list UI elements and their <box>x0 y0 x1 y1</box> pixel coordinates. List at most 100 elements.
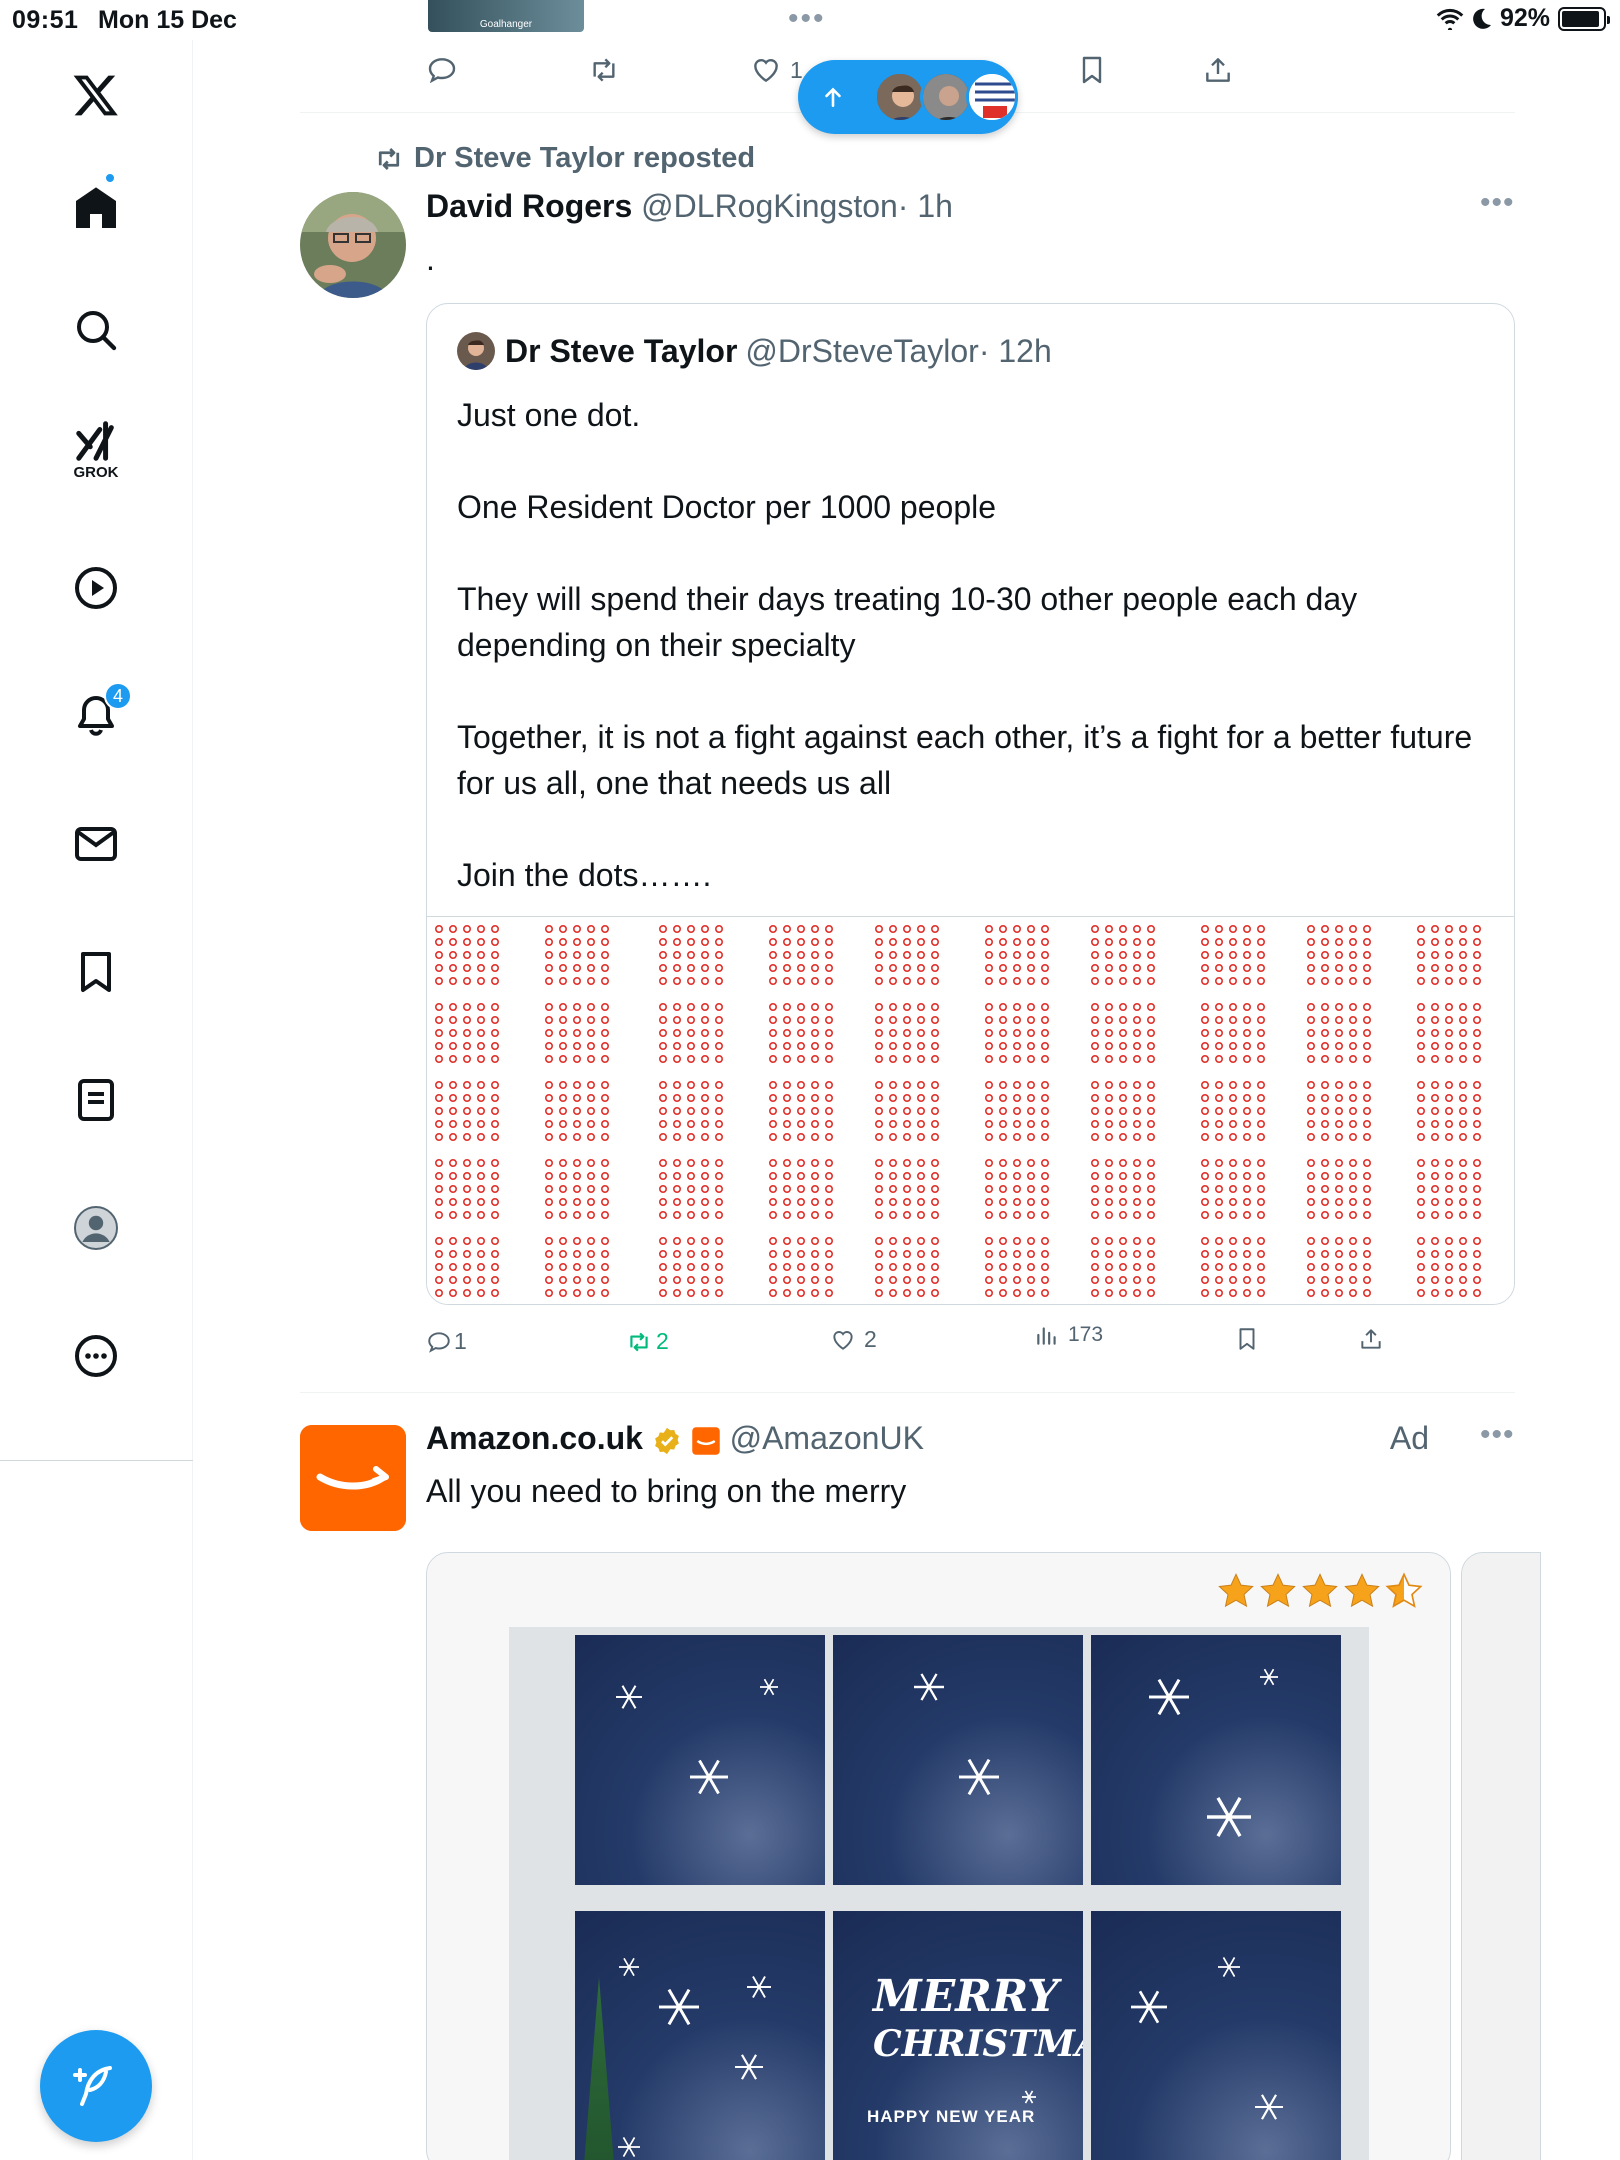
dot <box>874 950 883 959</box>
compose-button[interactable] <box>40 2030 152 2142</box>
dot <box>714 976 723 985</box>
share-icon <box>1361 1329 1381 1349</box>
author-handle[interactable]: @DLRogKingston <box>641 188 898 224</box>
dot <box>916 1016 925 1025</box>
dot <box>462 1197 471 1206</box>
ad-author-name[interactable]: Amazon.co.uk <box>426 1420 643 1456</box>
dot <box>1320 1081 1329 1090</box>
dot <box>686 1042 695 1051</box>
dot <box>984 1275 993 1284</box>
dot <box>714 1003 723 1012</box>
reply-button[interactable]: 1 <box>426 1328 467 1355</box>
messages-icon[interactable] <box>66 814 126 874</box>
previous-post-media-thumb[interactable]: Goalhanger <box>428 0 584 32</box>
dot <box>1040 1042 1049 1051</box>
dot <box>916 1197 925 1206</box>
avatar[interactable] <box>300 192 406 298</box>
lists-icon[interactable] <box>66 1070 126 1130</box>
dot <box>1040 976 1049 985</box>
dot <box>1104 1210 1113 1219</box>
notifications-icon[interactable]: 4 <box>66 682 132 746</box>
views-button[interactable]: 173 <box>1034 1322 1103 1348</box>
dot <box>796 1210 805 1219</box>
dot <box>998 1133 1007 1142</box>
dot <box>462 1159 471 1168</box>
dot <box>810 1055 819 1064</box>
more-icon[interactable] <box>66 1326 126 1386</box>
dot <box>916 1003 925 1012</box>
dot <box>686 1210 695 1219</box>
more-options-icon[interactable]: ••• <box>1480 1418 1515 1452</box>
dot <box>1348 950 1357 959</box>
dot <box>916 937 925 946</box>
like-button[interactable]: 2 <box>830 1326 877 1353</box>
more-options-icon[interactable]: ••• <box>1480 186 1515 220</box>
bookmarks-icon[interactable] <box>66 942 126 1002</box>
bookmark-button[interactable] <box>1076 54 1108 86</box>
dot <box>1256 1249 1265 1258</box>
home-icon[interactable] <box>66 172 126 238</box>
dot <box>998 1262 1007 1271</box>
dot <box>686 1197 695 1206</box>
post-time[interactable]: · 1h <box>898 188 953 224</box>
dot <box>587 1003 596 1012</box>
dot <box>1416 1081 1425 1090</box>
dot <box>930 1029 939 1038</box>
dot <box>559 1055 568 1064</box>
ad-author-handle[interactable]: @AmazonUK <box>730 1420 924 1456</box>
dot <box>888 1172 897 1181</box>
dot <box>686 1133 695 1142</box>
dot <box>448 1275 457 1284</box>
repost-button[interactable] <box>588 54 620 86</box>
dot <box>448 1236 457 1245</box>
ad-product-card[interactable]: MERRY CHRISTMAS HAPPY NEW YEAR <box>426 1552 1451 2160</box>
dot <box>659 1197 668 1206</box>
dot <box>1362 1107 1371 1116</box>
bookmark-button[interactable] <box>1234 1326 1260 1352</box>
repost-context[interactable]: Dr Steve Taylor reposted <box>374 142 755 175</box>
dot <box>1200 1107 1209 1116</box>
dot <box>714 1197 723 1206</box>
dot <box>1348 976 1357 985</box>
dot <box>984 937 993 946</box>
dot <box>559 1016 568 1025</box>
dot <box>462 925 471 934</box>
dot <box>559 963 568 972</box>
dot <box>916 1288 925 1297</box>
dot <box>1320 1210 1329 1219</box>
x-logo[interactable] <box>66 65 126 125</box>
dot <box>1214 1210 1223 1219</box>
dot <box>1228 1003 1237 1012</box>
share-button[interactable] <box>1358 1326 1384 1352</box>
avatar[interactable] <box>300 1425 406 1531</box>
dot <box>1026 1107 1035 1116</box>
new-posts-pill[interactable] <box>798 60 1018 134</box>
dot <box>1444 1133 1453 1142</box>
half-star-icon <box>1385 1572 1423 1608</box>
dot <box>491 963 500 972</box>
dot <box>1228 1159 1237 1168</box>
share-button[interactable] <box>1202 54 1234 86</box>
dots-image[interactable] <box>427 916 1514 1304</box>
dot <box>782 1172 791 1181</box>
dot <box>1256 1288 1265 1297</box>
video-icon[interactable] <box>66 558 126 618</box>
dot <box>587 1184 596 1193</box>
dot <box>824 1249 833 1258</box>
dot <box>1334 963 1343 972</box>
reply-button[interactable] <box>426 54 458 86</box>
like-button[interactable]: 1 <box>750 54 803 86</box>
dot <box>1416 963 1425 972</box>
dot <box>587 1197 596 1206</box>
grok-icon[interactable]: GROK <box>66 420 126 481</box>
dot <box>559 976 568 985</box>
profile-icon[interactable] <box>66 1198 126 1258</box>
sidebar-divider <box>0 1460 193 1461</box>
dot <box>686 1016 695 1025</box>
dot <box>491 1184 500 1193</box>
next-ad-card[interactable] <box>1461 1552 1541 2160</box>
repost-button[interactable]: 2 <box>626 1328 669 1355</box>
quoted-post[interactable]: Dr Steve Taylor @DrSteveTaylor · 12h Just… <box>426 303 1515 1305</box>
search-icon[interactable] <box>66 300 126 360</box>
author-name[interactable]: David Rogers <box>426 188 632 224</box>
